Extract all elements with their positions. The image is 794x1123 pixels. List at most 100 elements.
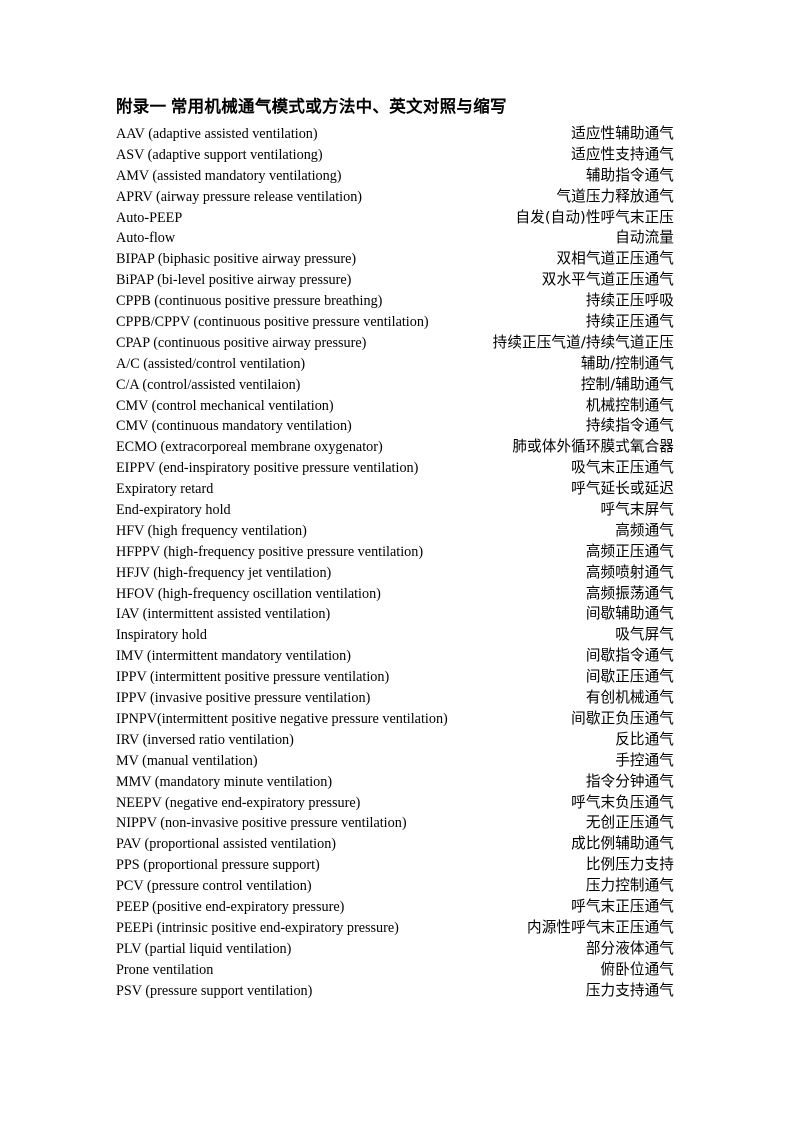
abbreviation-row: HFPPV (high-frequency positive pressure …: [116, 542, 674, 563]
abbreviation-row: CPAP (continuous positive airway pressur…: [116, 333, 674, 354]
abbreviation-row: Inspiratory hold 吸气屏气: [116, 625, 674, 646]
abbreviation-english-term: CPAP (continuous positive airway pressur…: [116, 334, 367, 351]
abbreviation-chinese-term: 间歇正压通气: [585, 668, 674, 686]
abbreviation-row: End-expiratory hold 呼气末屏气: [116, 500, 674, 521]
abbreviation-english-term: CPPB/CPPV (continuous positive pressure …: [116, 314, 429, 331]
abbreviation-english-term: NEEPV (negative end-expiratory pressure): [116, 794, 361, 811]
abbreviation-row: IPNPV(intermittent positive negative pre…: [116, 709, 674, 730]
abbreviation-english-term: HFOV (high-frequency oscillation ventila…: [116, 585, 381, 602]
abbreviation-chinese-term: 俯卧位通气: [600, 960, 674, 978]
abbreviation-row: PSV (pressure support ventilation) 压力支持通气: [116, 981, 674, 1002]
abbreviation-chinese-term: 无创正压通气: [585, 814, 674, 832]
abbreviation-english-term: CMV (continuous mandatory ventilation): [116, 418, 352, 435]
abbreviation-row: HFOV (high-frequency oscillation ventila…: [116, 584, 674, 605]
abbreviation-english-term: Inspiratory hold: [116, 627, 208, 644]
abbreviation-english-term: HFV (high frequency ventilation): [116, 522, 307, 539]
abbreviation-row: Expiratory retard 呼气延长或延迟: [116, 479, 674, 500]
abbreviation-chinese-term: 内源性呼气末正压通气: [527, 918, 674, 936]
abbreviation-row: BiPAP (bi-level positive airway pressure…: [116, 270, 674, 291]
abbreviation-chinese-term: 压力控制通气: [585, 877, 674, 895]
abbreviation-row: AAV (adaptive assisted ventilation) 适应性辅助…: [116, 124, 674, 145]
abbreviation-row: IAV (intermittent assisted ventilation) 间…: [116, 604, 674, 625]
abbreviation-row: MMV (mandatory minute ventilation) 指令分钟通气: [116, 772, 674, 793]
abbreviation-row: Auto-PEEP 自发(自动)性呼气末正压: [116, 208, 674, 229]
abbreviation-chinese-term: 指令分钟通气: [585, 772, 674, 790]
abbreviation-english-term: PEEP (positive end-expiratory pressure): [116, 898, 345, 915]
abbreviation-row: BIPAP (biphasic positive airway pressure…: [116, 249, 674, 270]
abbreviation-english-term: AMV (assisted mandatory ventilationg): [116, 167, 342, 184]
abbreviation-english-term: MMV (mandatory minute ventilation): [116, 773, 333, 790]
abbreviation-chinese-term: 呼气末正压通气: [571, 897, 674, 915]
abbreviation-english-term: IPPV (invasive positive pressure ventila…: [116, 690, 371, 707]
abbreviation-chinese-term: 部分液体通气: [585, 939, 674, 957]
abbreviation-row: PPS (proportional pressure support) 比例压力支…: [116, 855, 674, 876]
abbreviation-row: IPPV (invasive positive pressure ventila…: [116, 688, 674, 709]
abbreviation-english-term: PAV (proportional assisted ventilation): [116, 836, 337, 853]
abbreviation-chinese-term: 手控通气: [615, 751, 674, 769]
abbreviation-chinese-term: 肺或体外循环膜式氧合器: [512, 438, 674, 456]
abbreviation-chinese-term: 高频喷射通气: [585, 563, 674, 581]
abbreviation-chinese-term: 吸气屏气: [615, 626, 674, 644]
abbreviation-row: PCV (pressure control ventilation) 压力控制通气: [116, 876, 674, 897]
page-title: 附录一 常用机械通气模式或方法中、英文对照与缩写: [116, 97, 507, 116]
abbreviation-english-term: C/A (control/assisted ventilaion): [116, 376, 301, 393]
abbreviation-english-term: PLV (partial liquid ventilation): [116, 940, 292, 957]
abbreviation-row: EIPPV (end-inspiratory positive pressure…: [116, 458, 674, 479]
abbreviation-chinese-term: 高频正压通气: [585, 542, 674, 560]
abbreviation-english-term: NIPPV (non-invasive positive pressure ve…: [116, 815, 407, 832]
abbreviation-chinese-term: 持续指令通气: [585, 417, 674, 435]
abbreviation-chinese-term: 间歇指令通气: [585, 647, 674, 665]
abbreviation-row: CMV (control mechanical ventilation) 机械控制…: [116, 396, 674, 417]
abbreviation-chinese-term: 高频振荡通气: [585, 584, 674, 602]
abbreviation-row: IRV (inversed ratio ventilation) 反比通气: [116, 730, 674, 751]
abbreviation-row: NIPPV (non-invasive positive pressure ve…: [116, 813, 674, 834]
abbreviation-chinese-term: 间歇正负压通气: [571, 709, 674, 727]
abbreviation-english-term: Prone ventilation: [116, 961, 214, 978]
abbreviation-row: CPPB (continuous positive pressure breat…: [116, 291, 674, 312]
abbreviation-chinese-term: 适应性支持通气: [571, 145, 674, 163]
abbreviation-chinese-term: 辅助指令通气: [585, 166, 674, 184]
abbreviation-english-term: BiPAP (bi-level positive airway pressure…: [116, 272, 352, 289]
abbreviation-chinese-term: 比例压力支持: [585, 856, 674, 874]
abbreviation-chinese-term: 吸气末正压通气: [571, 459, 674, 477]
abbreviation-chinese-term: 呼气延长或延迟: [571, 480, 674, 498]
abbreviation-row: PAV (proportional assisted ventilation) 成…: [116, 834, 674, 855]
abbreviation-row: Prone ventilation 俯卧位通气: [116, 960, 674, 981]
abbreviation-row: PEEPi (intrinsic positive end-expiratory…: [116, 918, 674, 939]
abbreviation-row: APRV (airway pressure release ventilatio…: [116, 187, 674, 208]
abbreviation-english-term: PCV (pressure control ventilation): [116, 878, 312, 895]
abbreviation-english-term: IMV (intermittent mandatory ventilation): [116, 648, 351, 665]
abbreviation-chinese-term: 间歇辅助通气: [585, 605, 674, 623]
abbreviation-english-term: MV (manual ventilation): [116, 752, 258, 769]
abbreviation-english-term: IPPV (intermittent positive pressure ven…: [116, 669, 390, 686]
abbreviation-english-term: Expiratory retard: [116, 481, 214, 498]
abbreviation-row: CPPB/CPPV (continuous positive pressure …: [116, 312, 674, 333]
abbreviation-english-term: CMV (control mechanical ventilation): [116, 397, 334, 414]
abbreviation-row: AMV (assisted mandatory ventilationg) 辅助指…: [116, 166, 674, 187]
abbreviation-english-term: IRV (inversed ratio ventilation): [116, 731, 294, 748]
abbreviation-row: NEEPV (negative end-expiratory pressure)…: [116, 793, 674, 814]
abbreviation-english-term: PEEPi (intrinsic positive end-expiratory…: [116, 919, 399, 936]
abbreviation-english-term: A/C (assisted/control ventilation): [116, 355, 306, 372]
abbreviation-chinese-term: 双水平气道正压通气: [541, 271, 674, 289]
abbreviation-chinese-term: 自发(自动)性呼气末正压: [515, 208, 674, 226]
abbreviation-row: HFJV (high-frequency jet ventilation) 高频喷…: [116, 563, 674, 584]
document-page: 附录一 常用机械通气模式或方法中、英文对照与缩写 AAV (adaptive a…: [0, 0, 794, 1123]
abbreviation-chinese-term: 呼气末负压通气: [571, 793, 674, 811]
abbreviation-english-term: ASV (adaptive support ventilationg): [116, 146, 323, 163]
abbreviation-english-term: IPNPV(intermittent positive negative pre…: [116, 710, 448, 727]
abbreviation-chinese-term: 成比例辅助通气: [571, 835, 674, 853]
abbreviation-chinese-term: 持续正压气道/持续气道正压: [492, 333, 674, 351]
abbreviation-chinese-term: 气道压力释放通气: [556, 187, 674, 205]
abbreviation-english-term: HFJV (high-frequency jet ventilation): [116, 564, 332, 581]
abbreviation-row: PEEP (positive end-expiratory pressure) 呼…: [116, 897, 674, 918]
abbreviation-english-term: Auto-PEEP: [116, 209, 183, 226]
abbreviation-english-term: Auto-flow: [116, 230, 176, 247]
abbreviation-row: ECMO (extracorporeal membrane oxygenator…: [116, 437, 674, 458]
abbreviation-chinese-term: 机械控制通气: [585, 396, 674, 414]
abbreviation-english-term: PSV (pressure support ventilation): [116, 982, 313, 999]
abbreviation-english-term: End-expiratory hold: [116, 502, 231, 519]
abbreviation-english-term: EIPPV (end-inspiratory positive pressure…: [116, 460, 419, 477]
abbreviation-english-term: BIPAP (biphasic positive airway pressure…: [116, 251, 357, 268]
abbreviation-row: Auto-flow 自动流量: [116, 228, 674, 249]
